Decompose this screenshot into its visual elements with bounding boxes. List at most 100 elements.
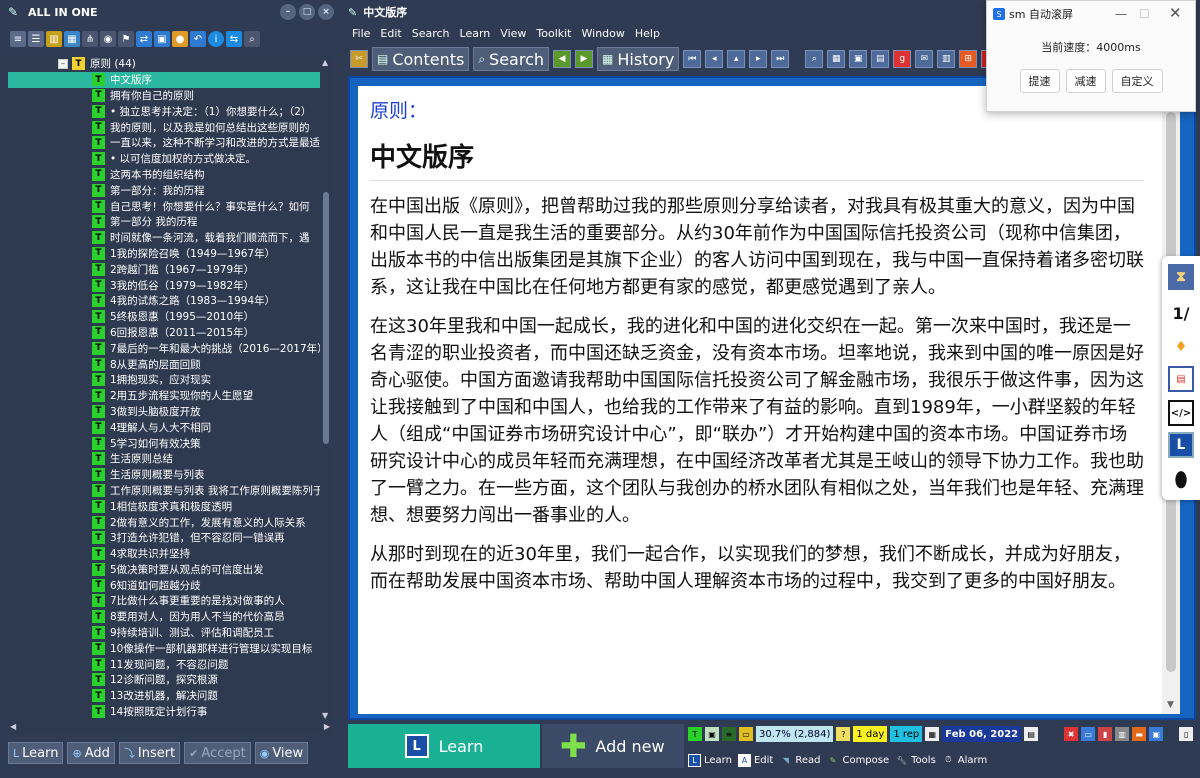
tree-horizontal-scrollbar[interactable]: ◀ ▶ <box>8 722 332 734</box>
columns-icon[interactable]: ▦ <box>64 31 80 47</box>
history-button[interactable]: ▦ History <box>597 47 680 71</box>
calendar-day-icon[interactable]: ▤ <box>1024 727 1039 741</box>
tree-item[interactable]: T 我的原则，以及我是如何总结出这些原则的 <box>8 119 320 135</box>
menu-search[interactable]: Search <box>412 27 450 40</box>
image-icon[interactable]: ▣ <box>849 50 868 68</box>
tree-item[interactable]: T 自己思考！你想要什么？事实是什么？如何 <box>8 198 320 214</box>
eye-icon[interactable]: ◉ <box>100 31 116 47</box>
tree-item[interactable]: T 生活原则总结 <box>8 451 320 467</box>
mouse-icon[interactable]: ⬮ <box>1168 466 1194 492</box>
back-arrow-icon[interactable]: ◀ <box>553 50 572 68</box>
tree-item[interactable]: T 6回报恩惠（2011—2015年） <box>8 325 320 341</box>
code-icon[interactable]: </> <box>1168 400 1194 426</box>
first-element-icon[interactable]: ⏮ <box>683 50 702 68</box>
hourglass-icon[interactable]: ⧗ <box>1168 264 1194 290</box>
tree-item[interactable]: T 8要用对人，因为用人不当的代价高昂 <box>8 609 320 625</box>
grid-icon[interactable]: ▦ <box>827 50 846 68</box>
list-view-icon[interactable]: ≡ <box>10 31 26 47</box>
previous-element-icon[interactable]: ◂ <box>705 50 724 68</box>
notes-icon[interactable]: ≡ <box>722 727 736 741</box>
save-icon[interactable]: ▣ <box>154 31 170 47</box>
tree-item[interactable]: T 2跨越门槛（1967—1979年） <box>8 261 320 277</box>
tree-item[interactable]: T 10像操作一部机器那样进行管理以实现目标 <box>8 640 320 656</box>
scroll-left-icon[interactable]: ◀ <box>10 722 16 731</box>
menu-learn[interactable]: Learn <box>460 27 491 40</box>
tab-alarm[interactable]: ⏰︎ Alarm <box>942 754 987 767</box>
tree-item[interactable]: T 2用五步流程实现你的人生愿望 <box>8 388 320 404</box>
tree-item[interactable]: T 14按照既定计划行事 <box>8 704 320 720</box>
tree-item[interactable]: T 一直以来，这种不断学习和改进的方式是最适 <box>8 135 320 151</box>
tree-scroll-thumb[interactable] <box>323 192 329 444</box>
bulb-icon[interactable]: ● <box>172 31 188 47</box>
tree-vertical-scrollbar[interactable]: ▲ ▼ <box>320 56 332 722</box>
delete-icon[interactable]: ✖ <box>1064 727 1079 741</box>
number-one-icon[interactable]: 1/ <box>1168 300 1194 326</box>
tree-item[interactable]: T 3做到头脑极度开放 <box>8 404 320 420</box>
topic-icon[interactable]: T <box>688 727 702 741</box>
tree-item[interactable]: T 1拥抱现实，应对现实 <box>8 372 320 388</box>
popup-maximize-icon[interactable]: ☐ <box>1139 7 1150 21</box>
tree-item[interactable]: T 5做决策时要从观点的可信度出发 <box>8 562 320 578</box>
knowledge-tree[interactable]: – T 原则 (44) T 中文版序 T 拥有你自己的原则 T • 独立思考并决定：（1）… <box>8 56 320 722</box>
outline-icon[interactable]: ☰ <box>28 31 44 47</box>
refresh-icon[interactable]: ⇆ <box>226 31 242 47</box>
popup-minimize-icon[interactable]: — <box>1115 7 1127 21</box>
close-icon[interactable]: × <box>318 4 334 20</box>
learn-button[interactable]: L Learn <box>8 742 64 764</box>
book-icon[interactable]: ▥ <box>46 31 62 47</box>
tree-item[interactable]: T • 以可信度加权的方式做决定。 <box>8 151 320 167</box>
tree-item[interactable]: T • 独立思考并决定：（1）你想要什么；（2） <box>8 103 320 119</box>
scroll-right-icon[interactable]: ▶ <box>324 722 330 731</box>
bulb-icon[interactable]: ? <box>836 727 851 741</box>
accept-button[interactable]: ✔ Accept <box>184 742 251 764</box>
tree-root-node[interactable]: – T 原则 (44) <box>8 56 320 72</box>
tree-item[interactable]: T 11发现问题，不容忍问题 <box>8 656 320 672</box>
export-icon[interactable]: ▥ <box>1115 727 1130 741</box>
speed-up-button[interactable]: 提速 <box>1019 69 1060 93</box>
tree-item[interactable]: T 4求取共识并坚持 <box>8 546 320 562</box>
flag-icon[interactable]: ▭ <box>739 727 753 741</box>
add-button[interactable]: ⊕ Add <box>67 742 115 764</box>
tree-item[interactable]: T 12诊断问题，探究根源 <box>8 672 320 688</box>
tools-icon[interactable]: ✂ <box>350 50 368 68</box>
scroll-down-icon[interactable]: ▼ <box>1167 700 1174 710</box>
custom-button[interactable]: 自定义 <box>1111 69 1163 93</box>
collapse-icon[interactable]: – <box>58 58 68 69</box>
tab-learn[interactable]: L Learn <box>688 753 732 767</box>
tree-item[interactable]: T 中文版序 <box>8 71 320 88</box>
undo-icon[interactable]: ↶ <box>190 31 206 47</box>
tree-item[interactable]: T 1我的探险召唤（1949—1967年） <box>8 246 320 262</box>
windows-icon[interactable]: ⊞ <box>959 50 978 68</box>
calendar-icon[interactable]: ▦ <box>925 727 940 741</box>
document-icon[interactable]: ▯ <box>1179 727 1194 741</box>
tree-item[interactable]: T 2做有意义的工作，发展有意义的人际关系 <box>8 514 320 530</box>
tree-item[interactable]: T 拥有你自己的原则 <box>8 88 320 104</box>
flag-icon[interactable]: ⚑ <box>118 31 134 47</box>
page-icon[interactable]: ▤ <box>871 50 890 68</box>
menu-edit[interactable]: Edit <box>380 27 401 40</box>
sync-arrows-icon[interactable]: ⇄ <box>136 31 152 47</box>
tree-item[interactable]: T 13改进机器，解决问题 <box>8 688 320 704</box>
html-icon[interactable]: ▬ <box>1132 727 1147 741</box>
idea-icon[interactable]: ♦ <box>1168 334 1194 360</box>
scroll-down-icon[interactable]: ▼ <box>322 711 328 720</box>
slow-down-button[interactable]: 减速 <box>1065 69 1106 93</box>
tab-read[interactable]: ◥ Read <box>779 754 821 767</box>
mail-icon[interactable]: ✉ <box>915 50 934 68</box>
parent-element-icon[interactable]: ▴ <box>727 50 746 68</box>
bookmark-icon[interactable]: ▮ <box>1098 727 1113 741</box>
info-icon[interactable]: i <box>208 31 224 47</box>
browser-window-icon[interactable]: ▤ <box>1168 366 1194 392</box>
menu-toolkit[interactable]: Toolkit <box>536 27 571 40</box>
tree-item[interactable]: T 8从更高的层面回顾 <box>8 356 320 372</box>
forward-arrow-icon[interactable]: ▶ <box>575 50 594 68</box>
tree-item[interactable]: T 第一部分：我的历程 <box>8 182 320 198</box>
find-icon[interactable]: ⌕ <box>805 50 824 68</box>
google-icon[interactable]: g <box>893 50 912 68</box>
view-button[interactable]: ◉ View <box>254 742 309 764</box>
copy-icon[interactable]: ▣ <box>1149 727 1164 741</box>
tree-item[interactable]: T 3我的低谷（1979—1982年） <box>8 277 320 293</box>
tree-item[interactable]: T 5终极恩惠（1995—2010年） <box>8 309 320 325</box>
tree-item[interactable]: T 4我的试炼之路（1983—1994年） <box>8 293 320 309</box>
tree-item[interactable]: T 生活原则概要与列表 <box>8 467 320 483</box>
